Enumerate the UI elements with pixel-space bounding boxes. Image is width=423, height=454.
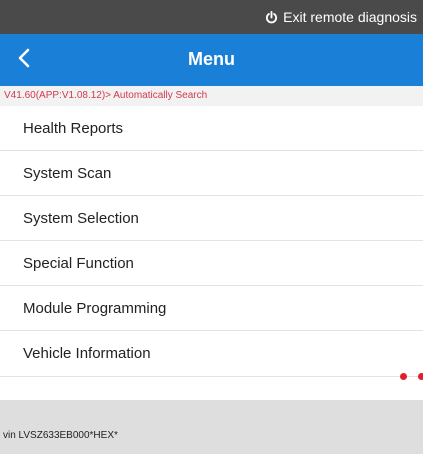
page-dot xyxy=(418,373,423,380)
app-header: Menu xyxy=(0,34,423,86)
version-breadcrumb: V41.60(APP:V1.08.12)> Automatically Sear… xyxy=(0,86,423,106)
remote-status-bar: Exit remote diagnosis xyxy=(0,0,423,34)
menu-item-system-selection[interactable]: System Selection xyxy=(0,196,423,241)
vehicle-footer: vin LVSZ633EB000*HEX* xyxy=(0,400,423,454)
menu-item-health-reports[interactable]: Health Reports xyxy=(0,106,423,151)
exit-remote-diagnosis-button[interactable]: Exit remote diagnosis xyxy=(265,8,417,26)
menu-item-vehicle-information[interactable]: Vehicle Information xyxy=(0,331,423,377)
spacer xyxy=(0,380,423,400)
menu-item-system-scan[interactable]: System Scan xyxy=(0,151,423,196)
page-dot xyxy=(400,373,407,380)
exit-remote-diagnosis-label: Exit remote diagnosis xyxy=(283,9,417,25)
menu-item-module-programming[interactable]: Module Programming xyxy=(0,286,423,331)
menu-item-special-function[interactable]: Special Function xyxy=(0,241,423,286)
menu-item-label: Vehicle Information xyxy=(23,345,151,362)
menu-item-label: Health Reports xyxy=(23,119,124,137)
menu-item-label: Special Function xyxy=(23,254,134,272)
power-icon xyxy=(265,10,278,24)
menu-item-label: Module Programming xyxy=(23,299,167,317)
menu-item-label: System Scan xyxy=(23,164,112,182)
vin-text: vin LVSZ633EB000*HEX* xyxy=(3,430,118,441)
page-title: Menu xyxy=(188,49,235,69)
menu-list: Health Reports System Scan System Select… xyxy=(0,106,423,377)
menu-item-label: System Selection xyxy=(23,209,139,227)
